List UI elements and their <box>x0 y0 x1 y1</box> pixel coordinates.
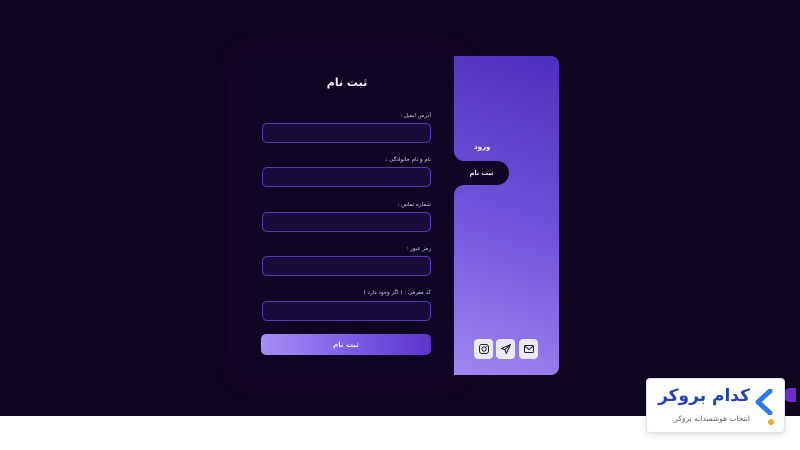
tab-login[interactable]: ورود <box>474 143 490 151</box>
password-label: رمز عبور : <box>406 246 431 252</box>
signup-form-card: ثبت نام آدرس ایمیل : نام و نام خانوادگی … <box>240 56 454 375</box>
active-tab-curve-bottom <box>454 185 464 195</box>
referral-code-field[interactable] <box>262 301 431 321</box>
mail-icon <box>523 345 534 353</box>
telegram-button[interactable] <box>496 339 515 359</box>
brand-dot-icon <box>768 419 774 425</box>
auth-side-panel <box>454 56 559 375</box>
signup-submit-button[interactable]: ثبت نام <box>261 334 431 355</box>
fullname-label: نام و نام خانوادگی : <box>385 157 431 163</box>
telegram-icon <box>500 344 511 354</box>
brand-logo-icon <box>755 389 773 415</box>
password-field[interactable] <box>262 256 431 276</box>
scroll-indicator <box>784 388 796 402</box>
email-field[interactable] <box>262 123 431 143</box>
phone-label: شماره تماس : <box>397 202 431 208</box>
email-label: آدرس ایمیل : <box>400 113 431 119</box>
instagram-button[interactable] <box>474 339 493 359</box>
brand-name: کدام بروکر <box>658 386 750 406</box>
mail-button[interactable] <box>519 339 538 359</box>
tab-signup[interactable]: ثبت نام <box>454 161 509 185</box>
watermark-badge: کدام بروکر انتخاب هوشمندانه بروکر <box>646 378 785 433</box>
form-title: ثبت نام <box>326 76 368 89</box>
brand-tagline: انتخاب هوشمندانه بروکر <box>674 414 750 423</box>
instagram-icon <box>478 344 489 354</box>
referral-label: کد معرفی : ( اگر وجود دارد ) <box>363 290 431 296</box>
fullname-field[interactable] <box>262 167 431 187</box>
phone-field[interactable] <box>262 212 431 232</box>
active-tab-curve-top <box>454 151 464 161</box>
